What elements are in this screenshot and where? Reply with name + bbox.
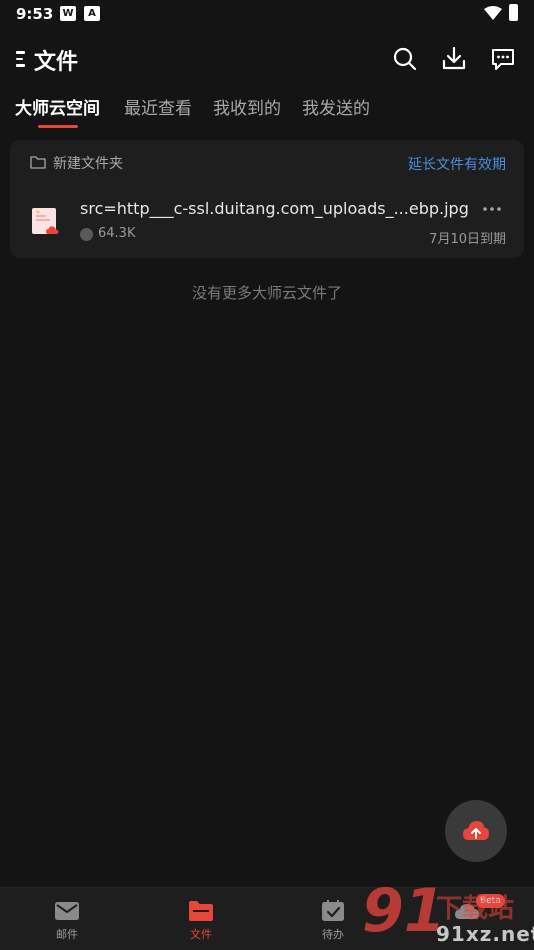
tab-sent[interactable]: 我发送的 [302, 94, 370, 119]
watermark-domain: 91xz.net [436, 922, 534, 946]
image-file-icon [32, 208, 59, 234]
tab-recent[interactable]: 最近查看 [124, 94, 192, 119]
nav-item-files[interactable]: 文件 [134, 888, 268, 950]
folder-icon [189, 901, 213, 921]
mail-icon [55, 902, 79, 920]
folder-outline-icon [30, 156, 46, 169]
a-app-icon: A [84, 6, 100, 21]
search-icon[interactable] [392, 46, 418, 72]
watermark-91: 91 [362, 876, 446, 946]
page-title: 文件 [34, 50, 79, 75]
watermark-logo: 91 下载站 91xz.net [362, 878, 534, 950]
no-more-files-text: 没有更多大师云文件了 [191, 284, 342, 302]
new-folder-label: 新建文件夹 [53, 156, 123, 172]
cloud-upload-icon [463, 821, 489, 840]
file-size: 64.3K [98, 226, 136, 241]
extend-validity-link[interactable]: 延长文件有效期 [408, 154, 506, 174]
nav-label-files: 文件 [190, 928, 212, 941]
todo-icon [322, 900, 344, 921]
status-bar: 9:53 W A [0, 0, 534, 28]
status-time: 9:53 [16, 5, 54, 23]
wifi-icon [484, 6, 502, 20]
file-name: src=http___c-ssl.duitang.com_uploads_...… [80, 199, 469, 218]
file-row[interactable]: src=http___c-ssl.duitang.com_uploads_...… [10, 190, 524, 250]
tab-received[interactable]: 我收到的 [213, 94, 281, 119]
app-header: 文件 [0, 38, 534, 82]
message-icon[interactable] [490, 46, 516, 72]
tab-master-cloud[interactable]: 大师云空间 [15, 94, 100, 119]
nav-label-mail: 邮件 [56, 928, 78, 941]
tab-bar: 大师云空间 最近查看 我收到的 我发送的 [0, 94, 534, 130]
menu-icon[interactable] [16, 51, 28, 69]
watermark-chinese: 下载站 [436, 894, 515, 924]
download-icon[interactable] [441, 46, 467, 72]
nav-item-mail[interactable]: 邮件 [0, 888, 134, 950]
more-icon[interactable] [482, 206, 502, 212]
cloud-download-icon [80, 228, 93, 241]
upload-fab-button[interactable] [445, 800, 507, 862]
wps-app-icon: W [60, 6, 76, 21]
file-card: 新建文件夹 延长文件有效期 src=http___c-ssl.duitang.c… [10, 140, 524, 258]
expire-date: 7月10日到期 [429, 232, 506, 247]
active-tab-indicator [38, 125, 78, 128]
battery-icon [509, 4, 518, 21]
